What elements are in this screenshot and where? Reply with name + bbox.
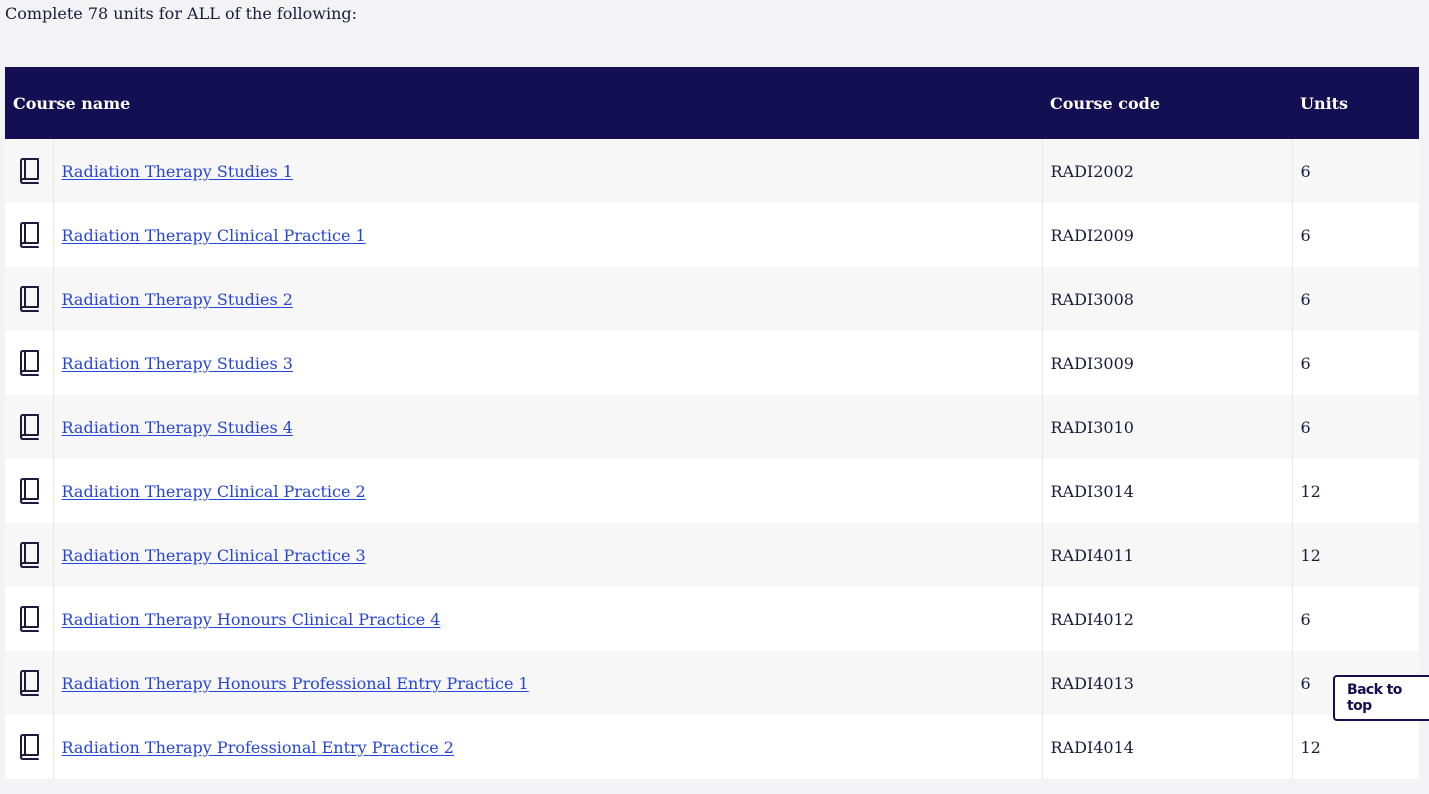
course-name-cell: Radiation Therapy Clinical Practice 2: [53, 459, 1043, 523]
course-code-cell: RADI4011: [1042, 523, 1293, 587]
book-icon: [17, 349, 53, 377]
course-link[interactable]: Radiation Therapy Clinical Practice 1: [62, 226, 366, 245]
course-code-cell: RADI4012: [1042, 587, 1293, 651]
course-code-cell: RADI3014: [1042, 459, 1293, 523]
book-icon: [17, 477, 53, 505]
back-to-top-label: Back to top: [1347, 682, 1402, 714]
book-icon: [17, 285, 53, 313]
course-code-cell: RADI4013: [1042, 651, 1293, 715]
table-row: Radiation Therapy Clinical Practice 3 RAD…: [5, 523, 1419, 587]
table-row: Radiation Therapy Studies 4 RADI3010 6: [5, 395, 1419, 459]
course-code-cell: RADI2009: [1042, 203, 1293, 267]
course-link[interactable]: Radiation Therapy Honours Professional E…: [62, 674, 529, 693]
course-icon-cell: [5, 267, 54, 331]
course-units-cell: 12: [1300, 481, 1321, 501]
course-icon-cell: [5, 395, 54, 459]
course-code-cell: RADI2002: [1042, 139, 1293, 203]
course-units-cell: 6: [1300, 353, 1311, 373]
course-name-cell: Radiation Therapy Honours Professional E…: [53, 651, 1043, 715]
table-row: Radiation Therapy Clinical Practice 2 RAD…: [5, 459, 1419, 523]
course-icon-cell: [5, 715, 54, 779]
course-name-cell: Radiation Therapy Professional Entry Pra…: [53, 715, 1043, 779]
header-row: Course name Course code Units: [5, 67, 1419, 139]
course-icon-cell: [5, 203, 54, 267]
course-units-cell: 6: [1300, 289, 1311, 309]
course-name-cell: Radiation Therapy Clinical Practice 1: [53, 203, 1043, 267]
table-row: Radiation Therapy Honours Clinical Pract…: [5, 587, 1419, 651]
course-icon-cell: [5, 523, 54, 587]
course-code-cell: RADI3009: [1042, 331, 1293, 395]
table-row: Radiation Therapy Professional Entry Pra…: [5, 715, 1419, 779]
table-row: Radiation Therapy Clinical Practice 1 RAD…: [5, 203, 1419, 267]
course-name-cell: Radiation Therapy Honours Clinical Pract…: [53, 587, 1043, 651]
book-icon: [17, 221, 53, 249]
course-units-cell: 6: [1300, 161, 1311, 181]
book-icon: [17, 413, 53, 441]
header-course-code: Course code: [1050, 93, 1161, 113]
course-link[interactable]: Radiation Therapy Honours Clinical Pract…: [62, 610, 441, 629]
course-units-cell: 12: [1300, 737, 1321, 757]
course-link[interactable]: Radiation Therapy Clinical Practice 3: [62, 546, 366, 565]
table-row: Radiation Therapy Honours Professional E…: [5, 651, 1419, 715]
book-icon: [17, 157, 53, 185]
course-code-cell: RADI4014: [1042, 715, 1293, 779]
course-name-cell: Radiation Therapy Studies 4: [53, 395, 1043, 459]
course-table-header: Course name Course code Units: [5, 67, 1419, 139]
course-icon-cell: [5, 459, 54, 523]
course-code-cell: RADI3008: [1042, 267, 1293, 331]
course-link[interactable]: Radiation Therapy Clinical Practice 2: [62, 482, 366, 501]
course-table: Course name Course code Units Radiation …: [5, 67, 1419, 779]
course-link[interactable]: Radiation Therapy Studies 4: [62, 418, 293, 437]
course-icon-cell: [5, 587, 54, 651]
requirement-intro: Complete 78 units for ALL of the followi…: [5, 4, 358, 23]
header-units: Units: [1300, 93, 1349, 113]
course-table-body: Radiation Therapy Studies 1 RADI2002 6 Radi…: [5, 139, 1419, 779]
book-icon: [17, 605, 53, 633]
course-link[interactable]: Radiation Therapy Professional Entry Pra…: [62, 738, 454, 757]
course-table-container: Course name Course code Units Radiation …: [5, 67, 1419, 779]
back-to-top-button[interactable]: Back to top ⌃: [1333, 675, 1429, 721]
course-icon-cell: [5, 651, 54, 715]
course-link[interactable]: Radiation Therapy Studies 2: [62, 290, 293, 309]
course-units-cell: 12: [1300, 545, 1321, 565]
course-name-cell: Radiation Therapy Clinical Practice 3: [53, 523, 1043, 587]
course-link[interactable]: Radiation Therapy Studies 1: [62, 162, 293, 181]
table-row: Radiation Therapy Studies 1 RADI2002 6: [5, 139, 1419, 203]
table-row: Radiation Therapy Studies 2 RADI3008 6: [5, 267, 1419, 331]
course-icon-cell: [5, 331, 54, 395]
course-icon-cell: [5, 139, 54, 203]
table-row: Radiation Therapy Studies 3 RADI3009 6: [5, 331, 1419, 395]
course-units-cell: 6: [1300, 417, 1311, 437]
book-icon: [17, 541, 53, 569]
course-link[interactable]: Radiation Therapy Studies 3: [62, 354, 293, 373]
course-units-cell: 6: [1300, 225, 1311, 245]
course-name-cell: Radiation Therapy Studies 1: [53, 139, 1043, 203]
book-icon: [17, 733, 53, 761]
course-name-cell: Radiation Therapy Studies 3: [53, 331, 1043, 395]
book-icon: [17, 669, 53, 697]
header-course-name: Course name: [13, 93, 131, 113]
course-units-cell: 6: [1300, 609, 1311, 629]
course-name-cell: Radiation Therapy Studies 2: [53, 267, 1043, 331]
course-code-cell: RADI3010: [1042, 395, 1293, 459]
